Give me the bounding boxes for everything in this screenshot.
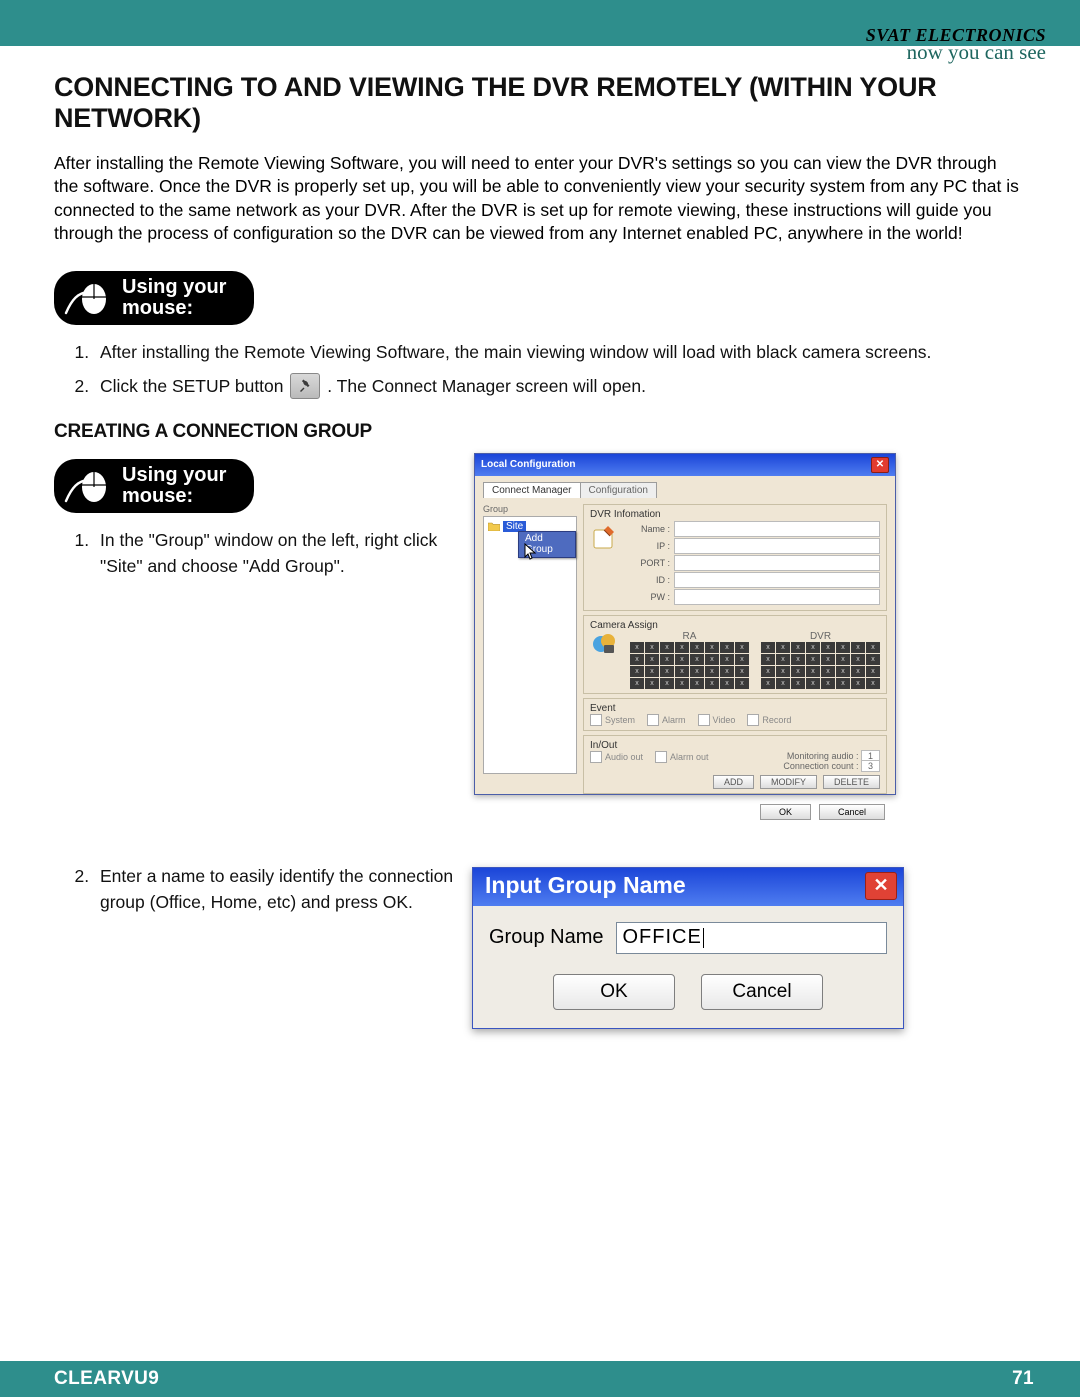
- local-configuration-window: Local Configuration ✕ Connect Manager Co…: [474, 453, 896, 795]
- delete-button[interactable]: DELETE: [823, 775, 880, 789]
- label-port: PORT :: [626, 558, 670, 568]
- mon-audio-label: Monitoring audio :: [787, 751, 859, 761]
- step-2-2-text: Enter a name to easily identify the conn…: [100, 866, 453, 912]
- cursor-icon: [524, 543, 538, 561]
- camera-assign-panel: Camera Assign RA xxxxxxxxxxxxxxxxxxxxxxx…: [583, 615, 887, 694]
- label-pw: PW :: [626, 592, 670, 602]
- tab-connect-manager[interactable]: Connect Manager: [483, 482, 581, 498]
- group-header: Group: [483, 504, 577, 514]
- ra-label: RA: [630, 631, 749, 642]
- localcfg-titlebar: Local Configuration ✕: [475, 454, 895, 476]
- mouse-callout-2-label: Using your mouse:: [122, 465, 226, 507]
- input-group-name-dialog: Input Group Name ✕ Group Name OFFICE OK …: [472, 867, 904, 1029]
- mouse-callout-label: Using your mouse:: [122, 277, 226, 319]
- modify-button[interactable]: MODIFY: [760, 775, 817, 789]
- subheading: CREATING A CONNECTION GROUP: [54, 421, 1024, 443]
- dialog-titlebar: Input Group Name ✕: [473, 868, 903, 906]
- step-1-2-text-a: Click the SETUP button: [100, 376, 284, 396]
- footer-model: CLEARVU9: [54, 1368, 159, 1390]
- setup-button-icon: [290, 373, 320, 399]
- step-2-2: Enter a name to easily identify the conn…: [94, 863, 454, 916]
- chk-alarm-out[interactable]: Alarm out: [655, 751, 709, 763]
- label-ip: IP :: [626, 541, 670, 551]
- dvr-info-header: DVR Infomation: [590, 509, 880, 520]
- group-name-label: Group Name: [489, 926, 604, 949]
- chk-alarm-label: Alarm: [662, 715, 686, 725]
- add-button[interactable]: ADD: [713, 775, 754, 789]
- dvr-grid[interactable]: xxxxxxxxxxxxxxxxxxxxxxxxxxxxxxxx: [761, 642, 880, 689]
- close-icon[interactable]: ✕: [871, 457, 889, 473]
- event-panel: Event System Alarm Video Record: [583, 698, 887, 731]
- dialog-title-text: Input Group Name: [485, 872, 686, 899]
- step-1-1-text: After installing the Remote Viewing Soft…: [100, 342, 931, 362]
- page-title: CONNECTING TO AND VIEWING THE DVR REMOTE…: [54, 72, 1024, 134]
- chk-system[interactable]: System: [590, 714, 635, 726]
- camera-icon: [590, 631, 618, 659]
- chk-record[interactable]: Record: [747, 714, 791, 726]
- label-id: ID :: [626, 575, 670, 585]
- close-icon[interactable]: ✕: [865, 872, 897, 900]
- step-2-1: In the "Group" window on the left, right…: [94, 527, 454, 580]
- step-1-2: Click the SETUP button . The Connect Man…: [94, 373, 1024, 400]
- intro-paragraph: After installing the Remote Viewing Soft…: [54, 152, 1024, 245]
- chk-video-label: Video: [713, 715, 736, 725]
- input-ip[interactable]: [674, 538, 880, 554]
- chk-alarm-out-label: Alarm out: [670, 752, 709, 762]
- step-1-1: After installing the Remote Viewing Soft…: [94, 339, 1024, 365]
- mouse-callout-2: Using your mouse:: [54, 459, 254, 513]
- ok-button[interactable]: OK: [553, 974, 675, 1010]
- chk-video[interactable]: Video: [698, 714, 736, 726]
- mouse-callout: Using your mouse:: [54, 271, 254, 325]
- input-id[interactable]: [674, 572, 880, 588]
- input-name[interactable]: [674, 521, 880, 537]
- label-name: Name :: [626, 524, 670, 534]
- mouse-icon: [64, 279, 110, 317]
- page-footer: CLEARVU9 71: [0, 1361, 1080, 1397]
- footer-page-number: 71: [1012, 1368, 1034, 1390]
- inout-header: In/Out: [590, 740, 880, 751]
- chk-audio-out[interactable]: Audio out: [590, 751, 643, 763]
- localcfg-ok-button[interactable]: OK: [760, 804, 811, 820]
- localcfg-cancel-button[interactable]: Cancel: [819, 804, 885, 820]
- dvr-label: DVR: [761, 631, 880, 642]
- localcfg-title-text: Local Configuration: [481, 459, 575, 470]
- camera-assign-header: Camera Assign: [590, 620, 880, 631]
- step-1-2-text-b: . The Connect Manager screen will open.: [327, 376, 646, 396]
- input-port[interactable]: [674, 555, 880, 571]
- steps-list-2: In the "Group" window on the left, right…: [54, 527, 454, 580]
- conn-count-value[interactable]: 3: [861, 760, 880, 772]
- chk-alarm[interactable]: Alarm: [647, 714, 686, 726]
- steps-list-3: Enter a name to easily identify the conn…: [54, 863, 454, 916]
- steps-list-1: After installing the Remote Viewing Soft…: [54, 339, 1024, 401]
- brand-block: SVAT ELECTRONICS now you can see: [866, 26, 1046, 63]
- ra-grid[interactable]: xxxxxxxxxxxxxxxxxxxxxxxxxxxxxxxx: [630, 642, 749, 689]
- dvr-information-panel: DVR Infomation Name : IP :: [583, 504, 887, 611]
- group-tree[interactable]: Site Add Group: [483, 516, 577, 774]
- text-caret-icon: [703, 928, 704, 948]
- conn-count-label: Connection count :: [783, 761, 858, 771]
- input-pw[interactable]: [674, 589, 880, 605]
- chk-record-label: Record: [762, 715, 791, 725]
- mouse-icon: [64, 467, 110, 505]
- chk-system-label: System: [605, 715, 635, 725]
- tab-configuration[interactable]: Configuration: [580, 482, 657, 498]
- brand-tagline: now you can see: [866, 42, 1046, 63]
- event-header: Event: [590, 703, 880, 714]
- step-2-1-text: In the "Group" window on the left, right…: [100, 530, 437, 576]
- folder-icon: [488, 521, 500, 531]
- group-name-value: OFFICE: [623, 926, 702, 949]
- note-icon: [590, 524, 618, 552]
- cancel-button[interactable]: Cancel: [701, 974, 823, 1010]
- inout-panel: In/Out Audio out Alarm out Monitoring au…: [583, 735, 887, 794]
- group-name-input[interactable]: OFFICE: [616, 922, 888, 954]
- chk-audio-out-label: Audio out: [605, 752, 643, 762]
